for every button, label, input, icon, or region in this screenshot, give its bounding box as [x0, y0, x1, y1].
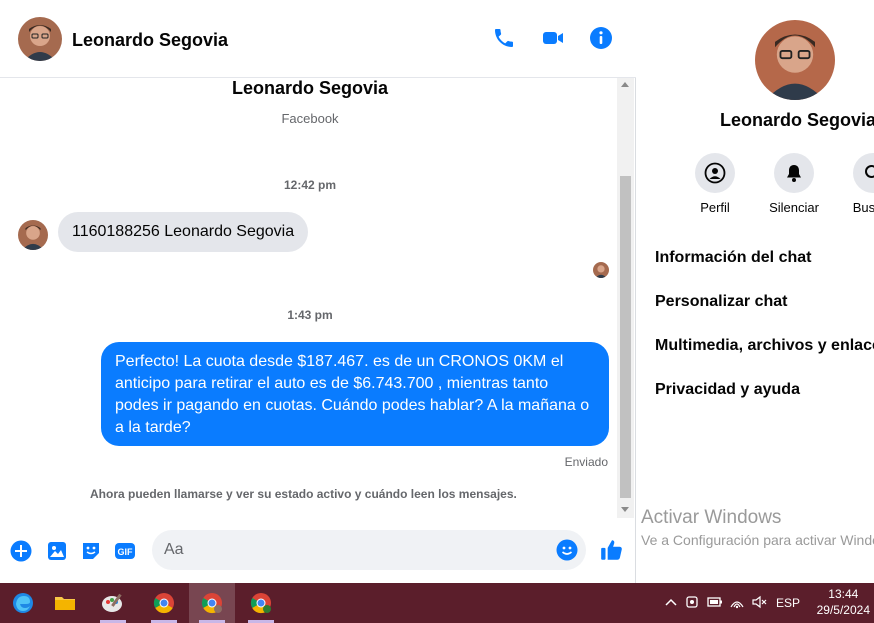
menu-media-files-links[interactable]: Multimedia, archivos y enlaces	[655, 337, 874, 355]
profile-label: Perfil	[700, 200, 730, 215]
profile-action[interactable]: Perfil	[675, 153, 755, 215]
chat-panel: Leonardo Segovia Leonardo Segovia Facebo…	[0, 0, 636, 583]
message-input[interactable]	[164, 538, 544, 562]
activate-windows-title: Activar Windows	[641, 507, 782, 528]
bell-icon[interactable]	[774, 153, 814, 193]
search-label: Buscar	[852, 200, 874, 215]
volume-muted-icon[interactable]	[748, 595, 770, 612]
taskbar-clock[interactable]: 13:44 29/5/2024	[817, 586, 870, 618]
clock-time: 13:44	[828, 587, 859, 601]
windows-taskbar: ESP 13:44 29/5/2024	[0, 583, 874, 623]
phone-icon[interactable]	[492, 26, 518, 52]
details-contact-name: Leonardo Segovia	[720, 110, 874, 130]
sender-avatar[interactable]	[18, 220, 48, 250]
language-indicator[interactable]: ESP	[770, 596, 806, 610]
seen-avatar	[593, 262, 609, 278]
edge-icon[interactable]	[0, 583, 46, 623]
emoji-icon[interactable]	[556, 539, 578, 561]
battery-icon[interactable]	[704, 596, 726, 611]
paint-icon[interactable]	[90, 583, 136, 623]
clock-date: 29/5/2024	[816, 603, 870, 617]
message-input-box[interactable]	[152, 530, 586, 570]
chrome-icon[interactable]	[238, 583, 284, 623]
timestamp: 1:43 pm	[287, 308, 333, 322]
system-tray: ESP	[662, 583, 806, 623]
menu-chat-info[interactable]: Información del chat	[655, 249, 811, 267]
plus-icon[interactable]	[10, 540, 32, 562]
gif-label: GIF	[118, 547, 134, 557]
video-camera-icon[interactable]	[541, 26, 567, 52]
meet-now-icon[interactable]	[680, 595, 704, 612]
scroll-thumb[interactable]	[620, 176, 631, 498]
timestamp: 12:42 pm	[283, 178, 337, 192]
chat-header: Leonardo Segovia	[0, 0, 636, 78]
sent-status: Enviado	[564, 455, 608, 469]
info-icon[interactable]	[589, 26, 615, 52]
system-message: Ahora pueden llamarse y ver su estado ac…	[90, 487, 517, 501]
wifi-icon[interactable]	[726, 595, 748, 612]
mute-label: Silenciar	[769, 200, 819, 215]
mute-action[interactable]: Silenciar	[754, 153, 834, 215]
chat-details-panel: Leonardo Segovia Perfil Silenciar Buscar…	[637, 0, 874, 583]
photo-icon[interactable]	[46, 540, 68, 562]
outgoing-message[interactable]: Perfecto! La cuota desde $187.467. es de…	[101, 342, 609, 446]
contact-name[interactable]: Leonardo Segovia	[72, 30, 228, 51]
message-list[interactable]: Leonardo Segovia Facebook 12:42 pm 11601…	[0, 78, 636, 518]
scroll-up-arrow[interactable]	[621, 82, 629, 87]
contact-avatar[interactable]	[18, 17, 62, 61]
messenger-window: Leonardo Segovia Leonardo Segovia Facebo…	[0, 0, 874, 583]
chrome-icon[interactable]	[141, 583, 187, 623]
intro-source: Facebook	[281, 111, 339, 126]
search-action[interactable]: Buscar	[833, 153, 874, 215]
details-avatar[interactable]	[755, 20, 835, 100]
intro-contact-name: Leonardo Segovia	[231, 78, 389, 98]
sticker-icon[interactable]	[80, 540, 102, 562]
incoming-message[interactable]: 1160188256 Leonardo Segovia	[58, 212, 309, 252]
message-scrollbar[interactable]	[617, 78, 634, 518]
chevron-up-icon[interactable]	[662, 596, 680, 610]
menu-privacy-help[interactable]: Privacidad y ayuda	[655, 381, 800, 399]
profile-icon[interactable]	[695, 153, 735, 193]
composer-bar: GIF	[0, 518, 636, 583]
file-explorer-icon[interactable]	[42, 583, 88, 623]
search-icon[interactable]	[853, 153, 874, 193]
menu-customize-chat[interactable]: Personalizar chat	[655, 293, 788, 311]
scroll-down-arrow[interactable]	[621, 507, 629, 512]
thumbs-up-icon[interactable]	[599, 537, 625, 563]
chrome-profile-icon[interactable]	[189, 583, 235, 623]
gif-icon[interactable]: GIF	[114, 540, 136, 562]
activate-windows-subtitle: Ve a Configuración para activar Windows.	[641, 532, 874, 548]
